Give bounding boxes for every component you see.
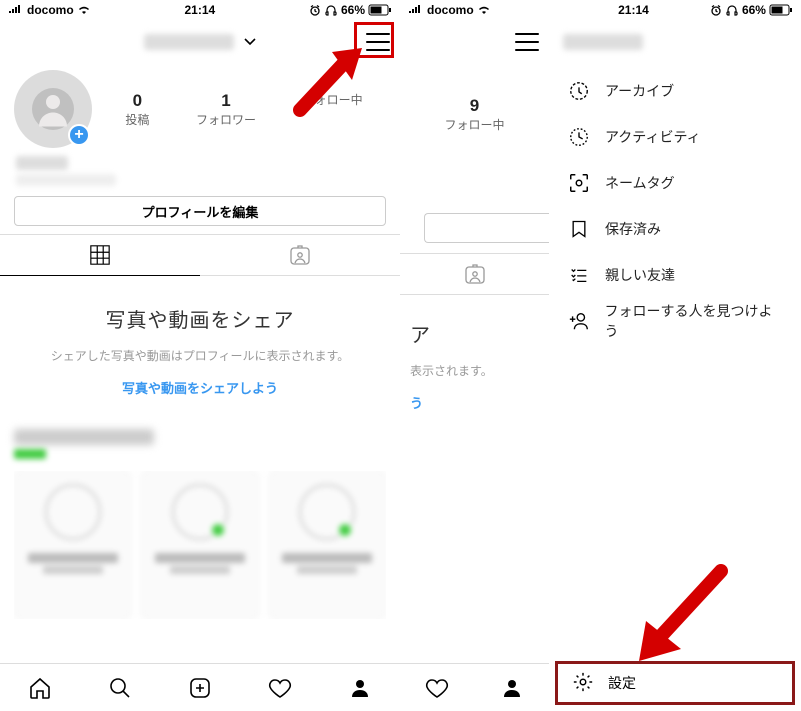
- menu-discover[interactable]: フォローする人を見つけよう: [549, 298, 801, 344]
- nav-activity[interactable]: [424, 675, 450, 701]
- tagged-icon: [463, 262, 487, 286]
- grid-icon: [89, 244, 111, 266]
- suggestion-card[interactable]: [14, 471, 131, 619]
- tab-grid[interactable]: [0, 235, 200, 276]
- menu-close-friends[interactable]: 親しい友達: [549, 252, 801, 298]
- battery-pct: 66%: [742, 3, 766, 17]
- profile-header: [0, 20, 400, 64]
- nav-add[interactable]: [187, 675, 213, 701]
- hamburger-menu-button[interactable]: [515, 33, 539, 51]
- bottom-nav: [0, 663, 400, 711]
- edit-profile-button[interactable]: プロフィールを編集: [14, 196, 386, 226]
- clock: 21:14: [184, 3, 215, 17]
- suggestion-card[interactable]: [141, 471, 258, 619]
- battery-icon: [769, 4, 793, 16]
- nametag-icon: [567, 171, 591, 195]
- empty-link-peek[interactable]: う: [406, 393, 549, 412]
- peek-button-edge: [424, 213, 549, 243]
- stat-followers[interactable]: 1フォロワー: [196, 91, 256, 128]
- wifi-icon: [77, 5, 91, 15]
- bottom-nav-peek: [400, 663, 549, 711]
- alarm-icon: [710, 4, 722, 16]
- menu-settings[interactable]: 設定: [555, 661, 795, 705]
- archive-icon: [567, 79, 591, 103]
- hamburger-menu-button[interactable]: [366, 33, 390, 51]
- stat-following[interactable]: フォロー中: [303, 91, 363, 128]
- suggestion-card[interactable]: [269, 471, 386, 619]
- signal-icon: [8, 5, 24, 15]
- activity-icon: [567, 125, 591, 149]
- nav-activity[interactable]: [267, 675, 293, 701]
- close-friends-icon: [567, 263, 591, 287]
- empty-cta-link[interactable]: 写真や動画をシェアしよう: [14, 378, 386, 397]
- empty-subtitle: シェアした写真や動画はプロフィールに表示されます。: [14, 347, 386, 364]
- bio: [16, 174, 116, 186]
- menu-nametag[interactable]: ネームタグ: [549, 160, 801, 206]
- empty-title: 写真や動画をシェア: [14, 304, 386, 333]
- tagged-icon: [288, 243, 312, 267]
- headphone-icon: [725, 4, 739, 16]
- menu-activity[interactable]: アクティビティ: [549, 114, 801, 160]
- profile-tabs: [0, 234, 400, 276]
- gear-icon: [572, 671, 594, 696]
- username-label: [563, 34, 643, 50]
- stat-following-peek[interactable]: 9 フォロー中: [400, 96, 549, 133]
- display-name: [16, 156, 68, 170]
- discover-people-icon: [567, 309, 591, 333]
- annotation-arrow: [621, 561, 731, 671]
- nav-profile[interactable]: [347, 675, 373, 701]
- clock: 21:14: [618, 3, 649, 17]
- menu-archive[interactable]: アーカイブ: [549, 68, 801, 114]
- stat-posts[interactable]: 0投稿: [125, 91, 149, 128]
- username-dropdown[interactable]: [144, 34, 256, 50]
- tab-tagged[interactable]: [200, 235, 400, 276]
- battery-icon: [368, 4, 392, 16]
- menu-saved[interactable]: 保存済み: [549, 206, 801, 252]
- add-story-icon[interactable]: +: [68, 124, 90, 146]
- empty-sub-peek: 表示されます。: [406, 362, 549, 393]
- nav-profile[interactable]: [499, 675, 525, 701]
- bookmark-icon: [567, 217, 591, 241]
- alarm-icon: [309, 4, 321, 16]
- suggestions-section: [0, 419, 400, 619]
- headphone-icon: [324, 4, 338, 16]
- status-bar: docomo 21:14 66%: [0, 0, 400, 20]
- empty-title-peek: ア: [406, 295, 549, 362]
- nav-home[interactable]: [27, 675, 53, 701]
- battery-pct: 66%: [341, 3, 365, 17]
- status-bar: 21:14 66%: [549, 0, 801, 20]
- carrier-label: docomo: [27, 3, 74, 17]
- status-bar-peek: docomo: [400, 0, 549, 20]
- avatar[interactable]: +: [14, 70, 92, 148]
- nav-search[interactable]: [107, 675, 133, 701]
- chevron-down-icon: [244, 38, 256, 46]
